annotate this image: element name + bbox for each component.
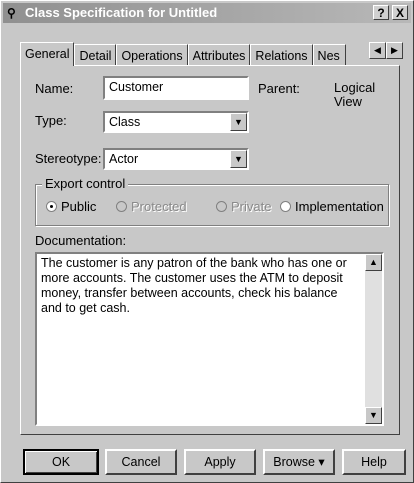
stereotype-select[interactable]: Actor ▼ [103,148,249,170]
tab-scroll-left-icon[interactable]: ◀ [369,42,386,59]
arrow-up-icon[interactable]: ▲ [365,254,382,271]
title-bar: ⚲ Class Specification for Untitled ? X [3,3,411,23]
chevron-down-icon[interactable]: ▼ [230,150,247,168]
radio-private[interactable]: Private [216,199,271,214]
type-select[interactable]: Class ▼ [103,111,249,133]
radio-protected-label: Protected [131,199,187,214]
documentation-label: Documentation: [35,233,127,248]
radio-icon [116,201,127,212]
tab-nested[interactable]: Nes [312,44,346,66]
type-value: Class [109,115,141,129]
tab-relations[interactable]: Relations [250,44,313,66]
help-button[interactable]: Help [342,449,406,475]
radio-implementation-label: Implementation [295,199,384,214]
name-field[interactable]: Customer [103,76,249,100]
stereotype-value: Actor [109,152,139,166]
type-label: Type: [35,113,67,128]
class-spec-icon: ⚲ [7,6,16,20]
apply-button[interactable]: Apply [184,449,256,475]
tab-detail[interactable]: Detail [74,44,117,66]
tab-operations[interactable]: Operations [116,44,188,66]
tab-strip: General Detail Operations Attributes Rel… [20,42,346,66]
class-spec-dialog: ⚲ Class Specification for Untitled ? X G… [0,0,414,483]
documentation-textarea[interactable]: The customer is any patron of the bank w… [35,252,384,426]
name-label: Name: [35,81,74,96]
parent-label: Parent: [258,81,300,96]
close-button[interactable]: X [392,5,408,20]
documentation-text: The customer is any patron of the bank w… [41,256,347,315]
export-control-title: Export control [42,176,129,191]
cancel-button[interactable]: Cancel [105,449,177,475]
stereotype-label: Stereotype: [35,151,102,166]
documentation-scrollbar[interactable]: ▲ ▼ [365,254,382,424]
export-control-group: Export control Public Protected Private … [35,176,389,226]
help-title-button[interactable]: ? [373,5,389,20]
general-tab-panel: Name: Customer Parent: Logical View Type… [20,65,400,435]
window-title: Class Specification for Untitled [25,5,218,20]
ok-button[interactable]: OK [23,449,99,475]
radio-public[interactable]: Public [46,199,96,214]
radio-public-label: Public [61,199,97,214]
parent-value: Logical View [334,80,376,109]
tab-general[interactable]: General [20,42,75,66]
radio-icon [280,201,291,212]
radio-icon [216,201,227,212]
tab-scroll-right-icon[interactable]: ▶ [386,42,403,59]
chevron-down-icon[interactable]: ▼ [230,113,247,131]
radio-protected[interactable]: Protected [116,199,187,214]
browse-button[interactable]: Browse ▾ [263,449,335,475]
radio-selected-icon [46,201,57,212]
radio-implementation[interactable]: Implementation [280,199,384,214]
radio-private-label: Private [231,199,272,214]
tab-attributes[interactable]: Attributes [187,44,251,66]
arrow-down-icon[interactable]: ▼ [365,407,382,424]
